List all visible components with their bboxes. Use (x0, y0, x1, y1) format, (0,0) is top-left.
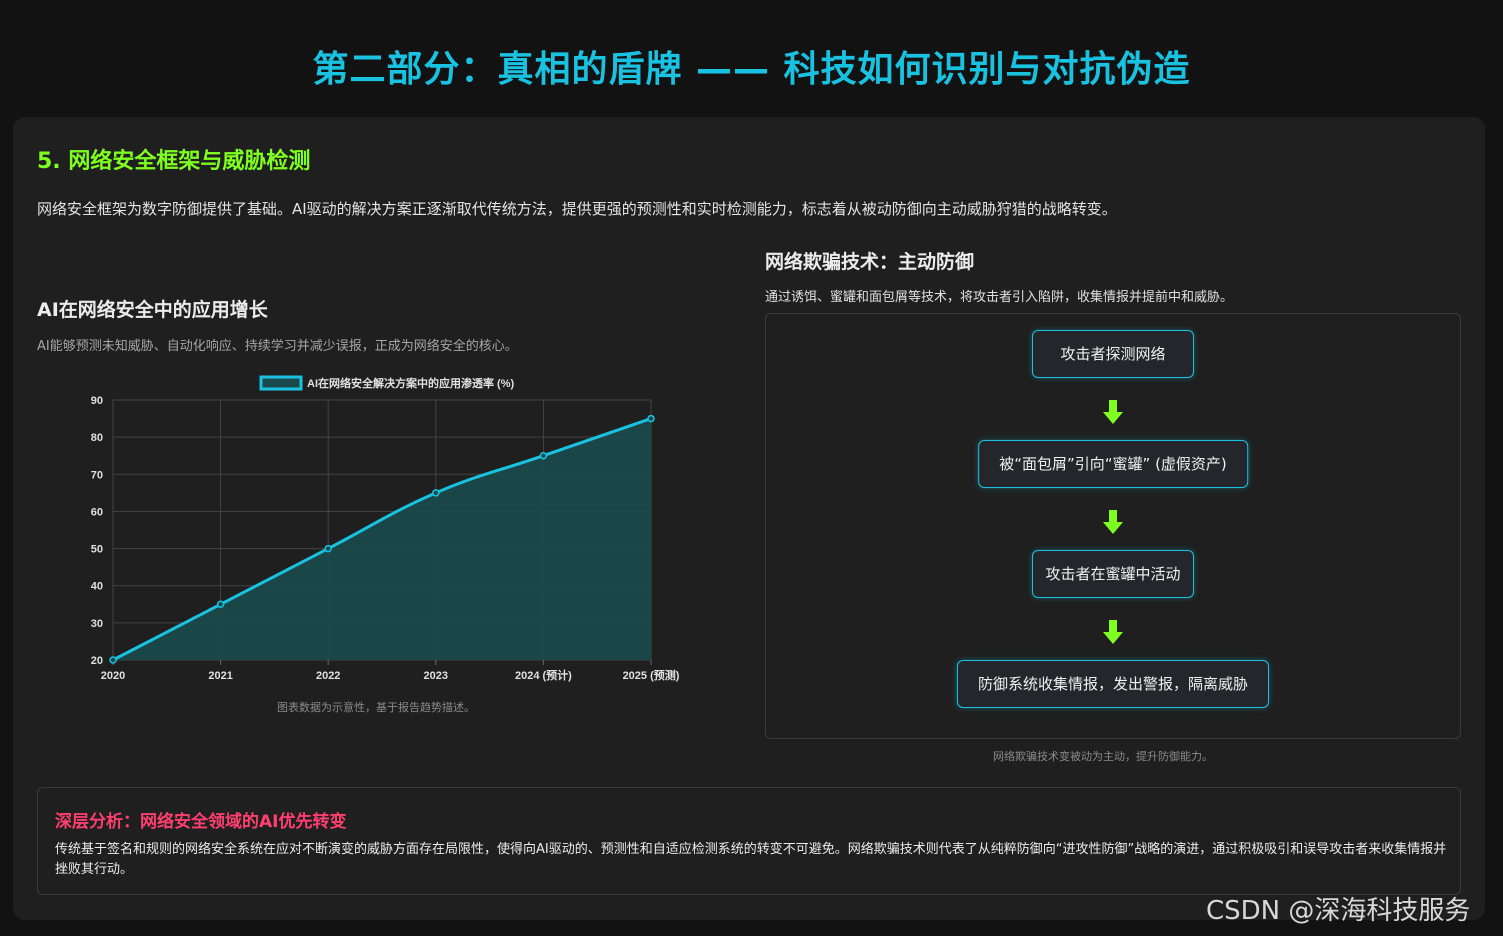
flow-note: 网络欺骗技术变被动为主动，提升防御能力。 (993, 750, 1213, 763)
data-point (647, 414, 655, 423)
analysis-box: 深层分析：网络安全领域的AI优先转变 传统基于签名和规则的网络安全系统在应对不断… (37, 787, 1461, 895)
content-card: 5. 网络安全框架与威胁检测 网络安全框架为数字防御提供了基础。AI驱动的解决方… (13, 117, 1485, 920)
legend-swatch (259, 375, 303, 391)
x-tick-label: 2024 (预计) (515, 668, 572, 682)
legend-label: AI在网络安全解决方案中的应用渗透率 (%) (307, 376, 514, 390)
adoption-line-chart: 20 30 40 50 60 70 80 90 2020 2021 2022 2023 2024 (预计… (91, 375, 680, 682)
deception-title: 网络欺骗技术：主动防御 (765, 251, 975, 273)
flow-step-defense: 防御系统收集情报，发出警报，隔离威胁 (956, 660, 1270, 708)
y-tick-label: 80 (91, 432, 103, 444)
x-tick-label: 2023 (424, 670, 448, 682)
data-point (109, 656, 117, 664)
flow-step-honeypot: 被“面包屑”引向“蜜罐” (虚假资产) (978, 440, 1248, 488)
data-point (324, 544, 332, 553)
down-arrow-icon (1103, 400, 1123, 424)
chart-section-description: AI能够预测未知威胁、自动化响应、持续学习并减少误报，正成为网络安全的核心。 (37, 339, 518, 354)
flow-step-activity: 攻击者在蜜罐中活动 (1032, 550, 1194, 598)
chart-note: 图表数据为示意性，基于报告趋势描述。 (277, 701, 475, 714)
flow-step-probe: 攻击者探测网络 (1032, 330, 1194, 378)
down-arrow-icon (1103, 620, 1123, 644)
x-tick-label: 2020 (101, 670, 125, 682)
data-point (539, 451, 548, 460)
x-tick-label: 2025 (预测) (623, 668, 680, 682)
section-title: 5. 网络安全框架与威胁检测 (37, 149, 311, 174)
x-tick-label: 2022 (316, 670, 340, 682)
x-tick-label: 2021 (208, 670, 232, 682)
y-tick-label: 60 (91, 506, 103, 518)
y-tick-label: 70 (91, 469, 103, 481)
chart-section-title: AI在网络安全中的应用增长 (37, 299, 268, 321)
down-arrow-icon (1103, 510, 1123, 534)
y-tick-label: 20 (91, 655, 103, 667)
y-tick-label: 90 (91, 395, 103, 407)
data-point (432, 489, 440, 497)
series-area (113, 418, 651, 660)
deception-flow: 攻击者探测网络 被“面包屑”引向“蜜罐” (虚假资产) 攻击者在蜜罐中活动 防御… (765, 313, 1461, 739)
y-tick-label: 30 (91, 618, 103, 630)
watermark: CSDN @深海科技服务 (1206, 896, 1471, 926)
data-point (216, 600, 225, 609)
analysis-text: 传统基于签名和规则的网络安全系统在应对不断演变的威胁方面存在局限性，使得向AI驱… (55, 842, 1447, 877)
y-tick-label: 40 (91, 581, 103, 593)
deception-description: 通过诱饵、蜜罐和面包屑等技术，将攻击者引入陷阱，收集情报并提前中和威胁。 (765, 290, 1234, 305)
y-tick-label: 50 (91, 544, 103, 556)
analysis-title: 深层分析：网络安全领域的AI优先转变 (55, 812, 347, 832)
page-title: 第二部分：真相的盾牌 —— 科技如何识别与对抗伪造 (312, 49, 1191, 90)
section-description: 网络安全框架为数字防御提供了基础。AI驱动的解决方案正逐渐取代传统方法，提供更强… (37, 200, 1117, 218)
